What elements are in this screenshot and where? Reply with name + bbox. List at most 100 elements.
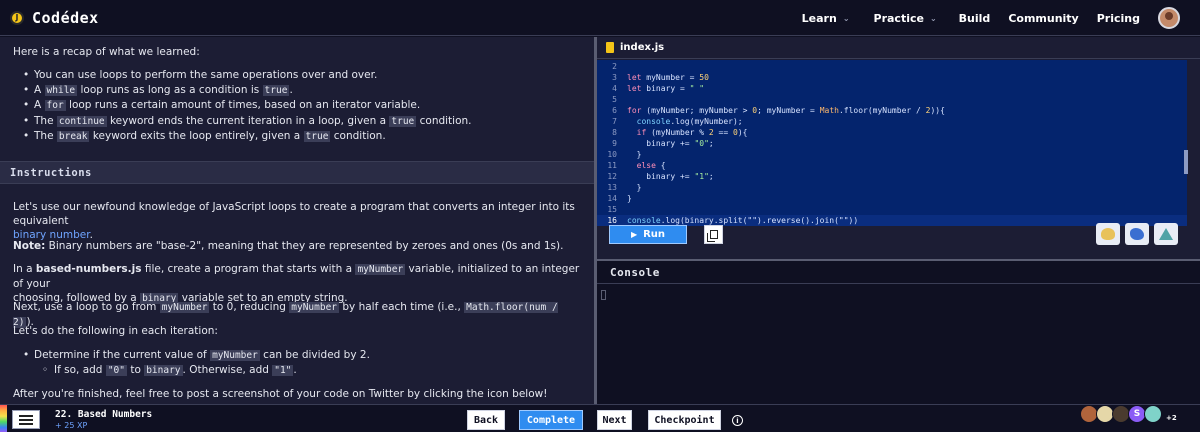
console-title: Console: [610, 266, 660, 279]
code-line: 15: [597, 204, 1187, 215]
copy-icon: [706, 230, 718, 242]
list-item: A for loop runs a certain amount of time…: [23, 98, 472, 113]
rainbow-stripe: [0, 405, 7, 432]
code-area[interactable]: 2 3 let myNumber = 50 4 let binary = " " 5…: [597, 60, 1188, 226]
code-text: .log(binary.split("").reverse().join("")…: [660, 216, 859, 225]
note-label: Note:: [13, 240, 46, 252]
inline-code: true: [262, 84, 290, 96]
paragraph-text: In a: [13, 263, 36, 275]
code-line: 8 if (myNumber % 2 == 0){: [597, 127, 1187, 138]
code-text: .floor(myNumber /: [838, 106, 926, 115]
copy-button[interactable]: [704, 225, 723, 244]
menu-icon-bar: [19, 418, 33, 421]
code-text: myNumber =: [641, 73, 700, 82]
paragraph-text: Let's use our newfound knowledge of Java…: [13, 201, 575, 227]
string-literal: " ": [689, 84, 705, 93]
checkpoint-button[interactable]: Checkpoint: [648, 410, 721, 430]
code-line: 9 binary += "0";: [597, 138, 1187, 149]
recap-text: .: [289, 83, 293, 96]
run-label: Run: [643, 229, 666, 240]
run-button[interactable]: ▶ Run: [609, 225, 687, 244]
keyword: else: [636, 161, 656, 170]
top-navigation: J Codédex Learn ⌄ Practice ⌄ Build Commu…: [0, 0, 1200, 36]
recap-text: A: [34, 83, 45, 96]
recap-text: The: [34, 114, 57, 127]
editor-scrollbar[interactable]: [1184, 150, 1188, 174]
code-line: 12 binary += "1";: [597, 171, 1187, 182]
line-number: 11: [607, 161, 617, 170]
inline-code: myNumber: [289, 302, 340, 313]
line-number: 6: [612, 106, 617, 115]
nav-community[interactable]: Community: [1008, 12, 1078, 25]
inline-code: myNumber: [159, 302, 210, 313]
code-text: {: [655, 161, 666, 170]
code-text: }: [636, 183, 642, 192]
user-avatar[interactable]: [1158, 7, 1180, 29]
settings-button[interactable]: [1154, 223, 1178, 245]
paragraph-text: file, create a program that starts with …: [141, 263, 356, 275]
list-item: The continue keyword ends the current it…: [23, 114, 472, 129]
code-line: 6 for (myNumber; myNumber > 0; myNumber =…: [597, 105, 1187, 116]
step-text: Determine if the current value of: [34, 349, 211, 361]
code-line: 13 }: [597, 182, 1187, 193]
avatar[interactable]: [1144, 405, 1162, 423]
step-text: . Otherwise, add: [182, 364, 273, 376]
complete-button[interactable]: Complete: [519, 410, 583, 430]
keyword: let: [627, 84, 642, 93]
nav-build-label: Build: [958, 11, 991, 25]
nav-build[interactable]: Build: [959, 12, 991, 25]
info-icon[interactable]: i: [732, 415, 743, 426]
recap-text: keyword exits the loop entirely, given a: [89, 130, 304, 142]
keyword: for: [627, 106, 642, 115]
back-button[interactable]: Back: [467, 410, 505, 430]
lesson-menu-button[interactable]: [12, 410, 40, 429]
menu-icon-bar: [19, 414, 33, 417]
console-cursor[interactable]: [601, 290, 606, 300]
share-button[interactable]: [1125, 223, 1149, 245]
editor-tab[interactable]: index.js: [597, 37, 1200, 59]
duck-debug-button[interactable]: [1096, 223, 1120, 245]
nav-practice-label: Practice: [873, 11, 924, 25]
house-icon: [1159, 228, 1173, 240]
recap-intro: Here is a recap of what we learned:: [13, 46, 200, 58]
code-line: 11 else {: [597, 160, 1187, 171]
next-button[interactable]: Next: [597, 410, 632, 430]
string-literal: "1": [694, 172, 709, 181]
code-text: ){: [737, 128, 748, 137]
nav-learn[interactable]: Learn ⌄: [802, 12, 850, 25]
code-text: ; myNumber =: [757, 106, 820, 115]
code-text: (myNumber %: [646, 128, 709, 137]
more-collaborators-count: +2: [1166, 414, 1177, 422]
nav-pricing[interactable]: Pricing: [1097, 12, 1140, 25]
inline-code: binary: [144, 365, 183, 376]
code-line: 7 console.log(myNumber);: [597, 116, 1187, 127]
code-line: 3 let myNumber = 50: [597, 72, 1187, 83]
code-text: }: [636, 150, 642, 159]
code-text: binary +=: [646, 139, 695, 148]
inline-code: continue: [56, 115, 107, 127]
keyword: if: [636, 128, 647, 137]
instructions-header: Instructions: [0, 161, 594, 184]
iteration-steps: Determine if the current value of myNumb…: [23, 348, 370, 364]
main-nav: Learn ⌄ Practice ⌄ Build Community Prici…: [802, 0, 1200, 36]
inline-code: "0": [105, 365, 127, 376]
play-icon: ▶: [630, 230, 638, 239]
recap-text: A: [34, 99, 45, 111]
list-item: You can use loops to perform the same op…: [23, 68, 472, 82]
code-text: }: [627, 194, 632, 203]
inline-code: "1": [272, 365, 294, 376]
nav-community-label: Community: [1008, 11, 1079, 25]
recap-text: The: [34, 130, 57, 142]
code-line: 14}: [597, 193, 1187, 204]
duck-icon: [1101, 228, 1115, 240]
nav-practice[interactable]: Practice ⌄: [874, 12, 937, 25]
line-number: 2: [612, 62, 617, 71]
brand-logo[interactable]: J Codédex: [10, 9, 99, 27]
xp-badge: + 25 XP: [55, 421, 88, 430]
inline-code: true: [389, 115, 417, 127]
list-item: If so, add "0" to binary. Otherwise, add…: [34, 363, 594, 378]
recap-list: You can use loops to perform the same op…: [23, 68, 472, 145]
recap-text: condition.: [330, 130, 386, 142]
paragraph-text: to 0, reducing: [209, 301, 290, 313]
paragraph-text: Binary numbers are "base-2", meaning tha…: [45, 240, 564, 252]
